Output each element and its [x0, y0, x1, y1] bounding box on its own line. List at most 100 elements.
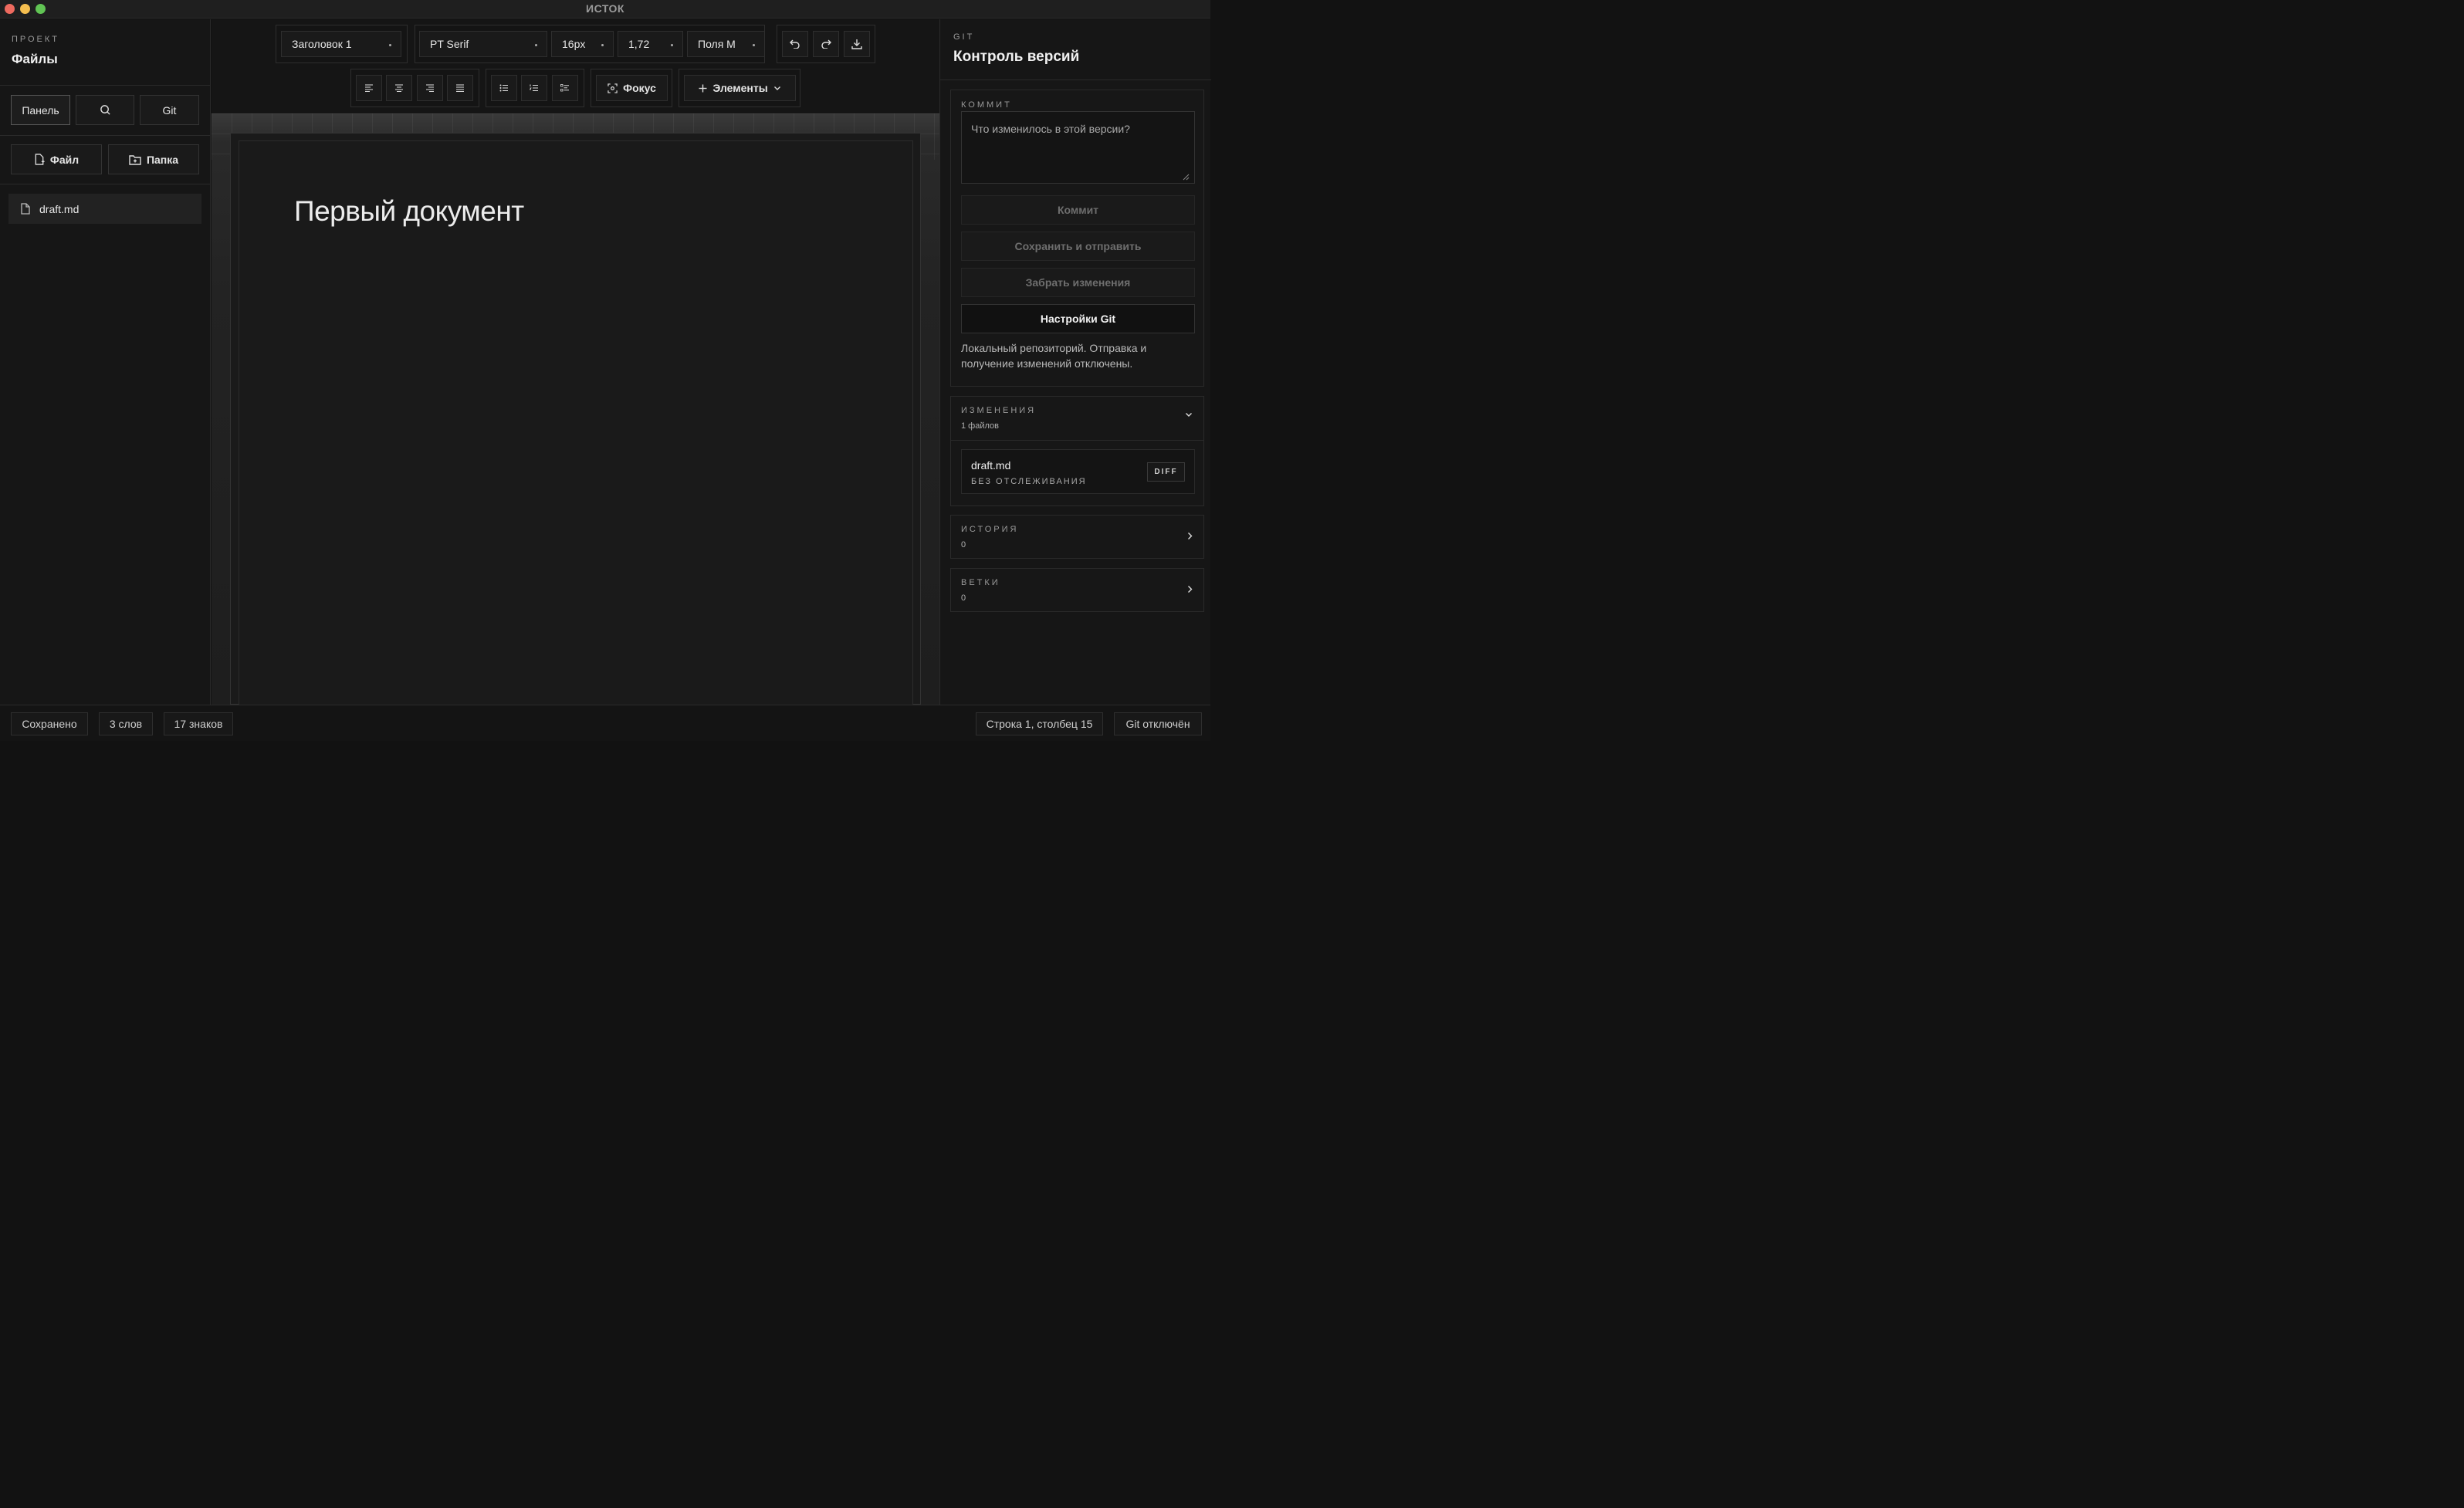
chevron-right-icon	[1187, 585, 1193, 593]
changes-eyebrow[interactable]: ИЗМЕНЕНИЯ	[961, 406, 1036, 415]
redo-icon	[821, 39, 831, 49]
chevron-down-icon	[773, 86, 781, 91]
change-item[interactable]: draft.md БЕЗ ОТСЛЕЖИВАНИЯ DIFF	[961, 449, 1195, 494]
margins-select[interactable]: Поля M	[687, 31, 765, 57]
plus-icon	[699, 84, 707, 93]
branches-card[interactable]: ВЕТКИ 0	[950, 568, 1204, 612]
undo-button[interactable]	[782, 31, 808, 57]
align-center-button[interactable]	[386, 75, 412, 101]
align-left-icon	[364, 84, 374, 92]
list-group	[486, 69, 584, 107]
document-page[interactable]: Первый документ	[239, 140, 913, 705]
document-canvas: Первый документ	[212, 113, 939, 705]
editor-area: Заголовок 1 PT Serif 16px 1,72 Поля M Фо…	[212, 19, 939, 705]
focus-label: Фокус	[623, 82, 656, 94]
bullet-list-button[interactable]	[491, 75, 517, 101]
file-icon	[21, 203, 30, 215]
file-sidebar: ПРОЕКТ Файлы Панель Git Файл Папка draft…	[0, 19, 211, 705]
search-button[interactable]	[76, 95, 134, 125]
new-folder-icon	[129, 154, 141, 165]
git-status: Git отключён	[1114, 712, 1202, 735]
elements-label: Элементы	[712, 82, 768, 94]
elements-group: Элементы	[679, 69, 800, 107]
document-heading[interactable]: Первый документ	[294, 195, 524, 228]
git-button-label: Git	[162, 103, 177, 117]
git-button[interactable]: Git	[140, 95, 199, 125]
align-center-icon	[394, 84, 404, 92]
files-heading: Файлы	[12, 52, 58, 66]
numbered-list-button[interactable]	[521, 75, 547, 101]
search-icon	[100, 104, 111, 116]
font-settings-group: PT Serif 16px 1,72 Поля M	[415, 25, 765, 63]
branches-count: 0	[961, 593, 966, 603]
title-bar: ИСТОК	[0, 0, 1210, 19]
commit-message-input[interactable]: Что изменилось в этой версии?	[961, 111, 1195, 184]
divider	[0, 135, 211, 136]
font-family-select[interactable]: PT Serif	[419, 31, 547, 57]
numbered-list-icon	[530, 84, 539, 92]
dropdown-caret-icon	[671, 44, 673, 46]
panel-button-label: Панель	[22, 103, 59, 117]
checklist-icon	[560, 84, 570, 92]
git-settings-label: Настройки Git	[1040, 313, 1116, 325]
alignment-group	[350, 69, 479, 107]
diff-button[interactable]: DIFF	[1147, 462, 1185, 482]
download-icon	[851, 39, 862, 49]
git-settings-button[interactable]: Настройки Git	[961, 304, 1195, 333]
dropdown-caret-icon	[535, 44, 537, 46]
pull-button-label: Забрать изменения	[1025, 276, 1131, 289]
save-status: Сохранено	[11, 712, 88, 735]
font-size-value: 16px	[562, 38, 586, 50]
block-style-select[interactable]: Заголовок 1	[281, 31, 401, 57]
line-height-select[interactable]: 1,72	[618, 31, 683, 57]
focus-icon	[608, 83, 618, 93]
file-item-draft[interactable]: draft.md	[8, 194, 201, 224]
checklist-button[interactable]	[552, 75, 578, 101]
history-card[interactable]: ИСТОРИЯ 0	[950, 515, 1204, 559]
app-title: ИСТОК	[586, 2, 624, 15]
pull-button[interactable]: Забрать изменения	[961, 268, 1195, 297]
changes-count: 1 файлов	[961, 421, 999, 431]
redo-button[interactable]	[813, 31, 839, 57]
changes-card: ИЗМЕНЕНИЯ 1 файлов draft.md БЕЗ ОТСЛЕЖИВ…	[950, 396, 1204, 506]
save-and-push-button[interactable]: Сохранить и отправить	[961, 232, 1195, 261]
focus-button[interactable]: Фокус	[596, 75, 668, 101]
align-right-icon	[425, 84, 435, 92]
font-family-value: PT Serif	[430, 38, 469, 50]
new-folder-label: Папка	[146, 153, 179, 166]
save-and-push-label: Сохранить и отправить	[1014, 240, 1142, 252]
history-eyebrow: ИСТОРИЯ	[961, 525, 1019, 534]
focus-group: Фокус	[591, 69, 672, 107]
line-height-value: 1,72	[628, 38, 650, 50]
undo-icon	[790, 39, 800, 49]
divider	[0, 85, 211, 86]
font-size-select[interactable]: 16px	[551, 31, 614, 57]
align-left-button[interactable]	[356, 75, 382, 101]
commit-button-label: Коммит	[1057, 204, 1099, 216]
cursor-position: Строка 1, столбец 15	[976, 712, 1103, 735]
chevron-right-icon	[1187, 532, 1193, 540]
panel-button[interactable]: Панель	[11, 95, 70, 125]
new-file-icon	[34, 154, 45, 165]
align-justify-icon	[455, 84, 465, 92]
bullet-list-icon	[499, 84, 509, 92]
status-bar: Сохранено 3 слов 17 знаков Строка 1, сто…	[0, 705, 1210, 741]
block-style-value: Заголовок 1	[292, 38, 352, 50]
commit-eyebrow: КОММИТ	[961, 100, 1012, 110]
file-name: draft.md	[39, 202, 80, 215]
chevron-down-icon[interactable]	[1185, 412, 1193, 418]
commit-card: КОММИТ Что изменилось в этой версии? Ком…	[950, 90, 1204, 387]
project-eyebrow: ПРОЕКТ	[12, 35, 60, 44]
export-button[interactable]	[844, 31, 870, 57]
elements-menu-button[interactable]: Элементы	[684, 75, 796, 101]
new-file-button[interactable]: Файл	[11, 144, 102, 174]
resize-handle-icon[interactable]	[1183, 174, 1190, 181]
change-file-name: draft.md	[971, 459, 1011, 472]
new-folder-button[interactable]: Папка	[108, 144, 199, 174]
history-count: 0	[961, 540, 966, 549]
commit-button[interactable]: Коммит	[961, 195, 1195, 225]
align-justify-button[interactable]	[447, 75, 473, 101]
block-style-group: Заголовок 1	[276, 25, 408, 63]
align-right-button[interactable]	[417, 75, 443, 101]
change-status: БЕЗ ОТСЛЕЖИВАНИЯ	[971, 477, 1087, 486]
